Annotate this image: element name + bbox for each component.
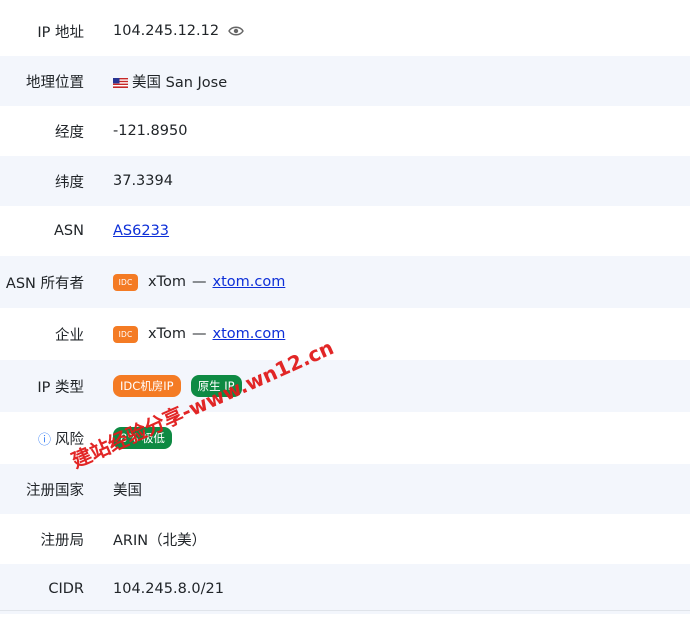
location-text: 美国 San Jose	[132, 74, 228, 91]
us-flag-icon	[113, 76, 128, 88]
row-location: 地理位置 美国 San Jose	[0, 56, 690, 106]
tag-idc-datacenter: IDC机房IP	[113, 375, 181, 397]
idc-badge: IDC	[113, 325, 138, 343]
ip-address-text: 104.245.12.12	[113, 23, 220, 39]
row-asn-owner: ASN 所有者 IDC xTom — xtom.com	[0, 256, 690, 308]
value-asn-owner: IDC xTom — xtom.com	[113, 256, 690, 308]
separator-dash: —	[191, 274, 207, 290]
row-registry: 注册局 ARIN（北美）	[0, 514, 690, 564]
label-ip-address: IP 地址	[37, 24, 84, 41]
row-cidr: CIDR 104.245.8.0/21	[0, 564, 690, 614]
row-asn: ASN AS6233	[0, 206, 690, 256]
row-longitude: 经度 -121.8950	[0, 106, 690, 156]
value-latitude: 37.3394	[113, 173, 173, 189]
value-cidr: 104.245.8.0/21	[113, 581, 224, 597]
row-latitude: 纬度 37.3394	[0, 156, 690, 206]
value-location: 美国 San Jose	[113, 56, 690, 106]
label-cidr: CIDR	[48, 581, 84, 597]
row-ip-address: IP 地址 104.245.12.12	[0, 6, 690, 56]
asn-owner-name: xTom	[148, 274, 186, 290]
label-reg-country: 注册国家	[26, 482, 84, 499]
eye-icon[interactable]	[228, 25, 244, 37]
row-company: 企业 IDC xTom — xtom.com	[0, 308, 690, 360]
label-company: 企业	[55, 327, 84, 344]
idc-badge: IDC	[113, 273, 138, 291]
asn-link[interactable]: AS6233	[113, 223, 169, 239]
row-ip-type: IP 类型 IDC机房IP 原生 IP	[0, 360, 690, 412]
label-registry: 注册局	[40, 532, 85, 549]
label-asn: ASN	[54, 223, 84, 239]
label-longitude: 经度	[55, 124, 84, 141]
value-registry: ARIN（北美）	[113, 532, 207, 549]
label-ip-type: IP 类型	[37, 379, 84, 396]
value-longitude: -121.8950	[113, 123, 188, 139]
asn-owner-link[interactable]: xtom.com	[212, 274, 285, 290]
value-ip-address: 104.245.12.12	[113, 6, 690, 56]
ip-info-table: IP 地址 104.245.12.12 地理位置 美国 San Jose 经度 …	[0, 6, 690, 614]
value-risk: 8% 极低	[113, 412, 690, 464]
separator-dash: —	[191, 326, 207, 342]
label-latitude: 纬度	[55, 174, 84, 191]
info-icon[interactable]: ⓘ	[38, 429, 51, 448]
label-location: 地理位置	[26, 74, 84, 91]
table-bottom-border	[0, 610, 690, 611]
company-link[interactable]: xtom.com	[212, 326, 285, 342]
company-name: xTom	[148, 326, 186, 342]
value-reg-country: 美国	[113, 482, 142, 499]
label-asn-owner: ASN 所有者	[5, 275, 84, 292]
value-asn: AS6233	[113, 206, 690, 256]
value-company: IDC xTom — xtom.com	[113, 308, 690, 360]
row-reg-country: 注册国家 美国	[0, 464, 690, 514]
